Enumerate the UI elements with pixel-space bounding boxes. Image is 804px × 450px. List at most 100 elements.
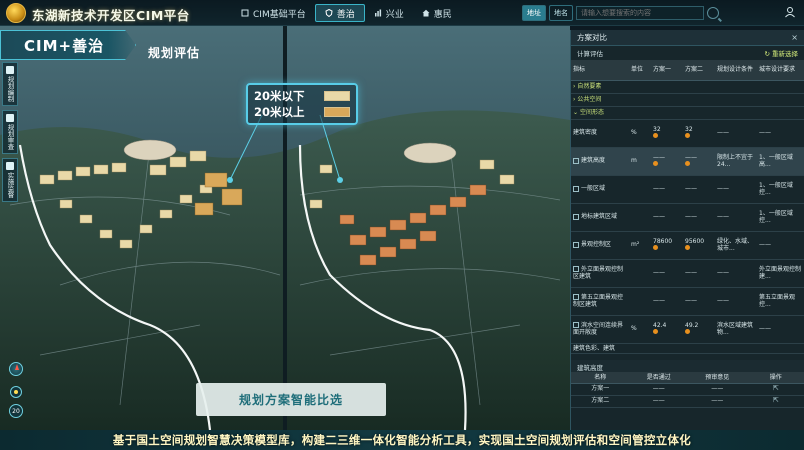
layer-icon: [573, 213, 579, 220]
nav-xingye[interactable]: 兴业: [365, 4, 413, 22]
plan2-value: ——: [683, 203, 715, 232]
platform-logo: [6, 3, 26, 23]
layer-icon: [573, 322, 579, 328]
height-review-section: 建筑高度 名称 是否通过 预审意见 操作 方案一 —— —— ⇱ 方案二 —— …: [571, 360, 804, 408]
external-link-icon[interactable]: ⇱: [773, 384, 779, 393]
column-header: 名称: [571, 372, 630, 384]
table-row[interactable]: 地标建筑区域 —— —— —— 1、一般区域控...: [571, 203, 804, 232]
sun-icon[interactable]: [10, 386, 22, 398]
layer-icon: [573, 185, 579, 192]
plan2-cell: ——: [683, 147, 715, 176]
table-row[interactable]: 第五立面景观控制区建筑 —— —— —— 第五立面景观控...: [571, 287, 804, 316]
table-row[interactable]: 建筑色彩、建筑: [571, 343, 804, 354]
chevron-down-icon: ⌄: [573, 108, 579, 116]
eye-icon: [6, 162, 14, 170]
table-row[interactable]: 方案一 —— —— ⇱: [571, 383, 804, 396]
condition-value: ——: [715, 119, 757, 148]
table-row[interactable]: 方案二 —— —— ⇱: [571, 395, 804, 408]
table-row[interactable]: 滨水空间连续界面开敞度 % 42.4 49.2 滨水区域建筑物... ——: [571, 315, 804, 344]
search-mode-address[interactable]: 地址: [522, 5, 546, 21]
table-row[interactable]: 外立面景观控制区建筑 —— —— —— 外立面景观控制建...: [571, 259, 804, 288]
nav-huimin[interactable]: 惠民: [413, 4, 461, 22]
calc-row: 计算评估 ↻ 重新选择: [571, 46, 804, 60]
plan2-value: 32: [685, 125, 693, 133]
app-title: 东湖新技术开发区CIM平台: [32, 8, 190, 23]
plan1-cell: 78600: [651, 231, 683, 260]
indicator-name: 建筑色彩、建筑: [573, 344, 616, 352]
table-row[interactable]: 景观控制区 m² 78600 95600 绿化、水域、城市... ——: [571, 231, 804, 260]
indicator-name: 建筑高度: [581, 157, 606, 165]
document-icon: [6, 114, 14, 122]
table-row[interactable]: 建筑密度 % 32 32 —— ——: [571, 119, 804, 148]
search-icon[interactable]: [707, 7, 719, 19]
home-icon: [422, 9, 430, 17]
review-opinion: ——: [688, 395, 747, 408]
legend-label: 20米以上: [254, 105, 305, 119]
side-tab-planning-compile[interactable]: 规划编制: [2, 62, 18, 106]
building-icon: [573, 157, 579, 164]
zoom-level-control[interactable]: 20: [9, 404, 23, 418]
group-row-spatial-form[interactable]: ⌄ 空间形态: [571, 106, 804, 120]
column-header: 单位: [629, 60, 651, 81]
side-tab-planning-review[interactable]: 规划审查: [2, 110, 18, 154]
chevron-right-icon: ›: [573, 82, 576, 90]
group-row-public-space[interactable]: › 公共空间: [571, 93, 804, 107]
search-input[interactable]: [576, 6, 704, 20]
search-bar: 地址 地名: [522, 5, 719, 21]
plan1-cell: 32: [651, 119, 683, 148]
nav-label: 惠民: [433, 9, 452, 20]
compass-icon[interactable]: [9, 362, 23, 376]
caption-text: 基于国土空间规划智慧决策模型库，构建二三维一体化智能分析工具，实现国土空间规划评…: [112, 433, 692, 447]
indicator-unit: [629, 175, 651, 204]
status-dot: [653, 245, 658, 250]
legend-label: 20米以下: [254, 89, 305, 103]
bottom-caption: 基于国土空间规划智慧决策模型库，构建二三维一体化智能分析工具，实现国土空间规划评…: [0, 430, 804, 450]
section-title: 建筑高度: [571, 360, 804, 372]
column-header: 方案一: [651, 60, 683, 81]
smart-comparison-label: 规划方案智能比选: [196, 383, 386, 416]
top-header: 东湖新技术开发区CIM平台 CIM基础平台 善治 兴业 惠民 地址 地名 请输入…: [0, 0, 804, 26]
legend-swatch: [324, 91, 350, 101]
indicator-unit: %: [629, 119, 651, 148]
review-table: 名称 是否通过 预审意见 操作 方案一 —— —— ⇱ 方案二 —— —— ⇱: [571, 372, 804, 408]
side-tab-label: 实施监督: [6, 172, 14, 198]
group-row-natural[interactable]: › 自然要素: [571, 80, 804, 94]
table-row[interactable]: 建筑高度 m —— —— 限制上不宜于24... 1、一般区域高...: [571, 147, 804, 176]
group-label: 公共空间: [577, 95, 602, 103]
search-mode-placename[interactable]: 地名: [549, 5, 573, 21]
panel-header: 方案对比 ×: [571, 30, 804, 46]
nav-shanzhi[interactable]: 善治: [314, 4, 365, 22]
table-row[interactable]: 一般区域 —— —— —— 1、一般区域控...: [571, 175, 804, 204]
close-icon[interactable]: ×: [791, 33, 798, 42]
chart-icon: [374, 9, 382, 17]
nav-cim-platform[interactable]: CIM基础平台: [232, 4, 315, 22]
module-title: CIM+善治: [24, 37, 105, 55]
plan1-value: 32: [653, 125, 661, 133]
plan1-value: ——: [651, 287, 683, 316]
indicator-unit: m: [629, 147, 651, 176]
external-link-icon[interactable]: ⇱: [773, 396, 779, 405]
status-dot: [685, 133, 690, 138]
plan2-cell: 49.2: [683, 315, 715, 344]
indicator-name: 景观控制区: [581, 241, 612, 249]
comparison-table: 指标 单位 方案一 方案二 规划设计条件 城市设计要求 › 自然要素 › 公共空间 …: [571, 60, 804, 354]
reselect-label: 重新选择: [772, 50, 798, 58]
pass-status: ——: [629, 395, 688, 408]
side-tab-implementation-supervision[interactable]: 实施监督: [2, 158, 18, 202]
indicator-name: 一般区域: [581, 185, 606, 193]
user-icon[interactable]: [784, 6, 796, 18]
reselect-button[interactable]: ↻ 重新选择: [764, 48, 798, 58]
shield-icon: [325, 8, 333, 18]
indicator-unit: m²: [629, 231, 651, 260]
condition-value: 绿化、水域、城市...: [715, 231, 757, 260]
requirement-value: 第五立面景观控...: [757, 287, 804, 316]
requirement-value: 1、一般区域控...: [757, 203, 804, 232]
side-tab-label: 规划编制: [6, 76, 14, 102]
indicator-name: 地标建筑区域: [581, 213, 618, 221]
height-legend: 20米以下 20米以上: [246, 83, 358, 125]
nav-label: 兴业: [385, 9, 404, 20]
layer-icon: [573, 241, 579, 248]
status-dot: [685, 161, 690, 166]
review-opinion: ——: [688, 383, 747, 396]
header-actions: [784, 6, 796, 18]
